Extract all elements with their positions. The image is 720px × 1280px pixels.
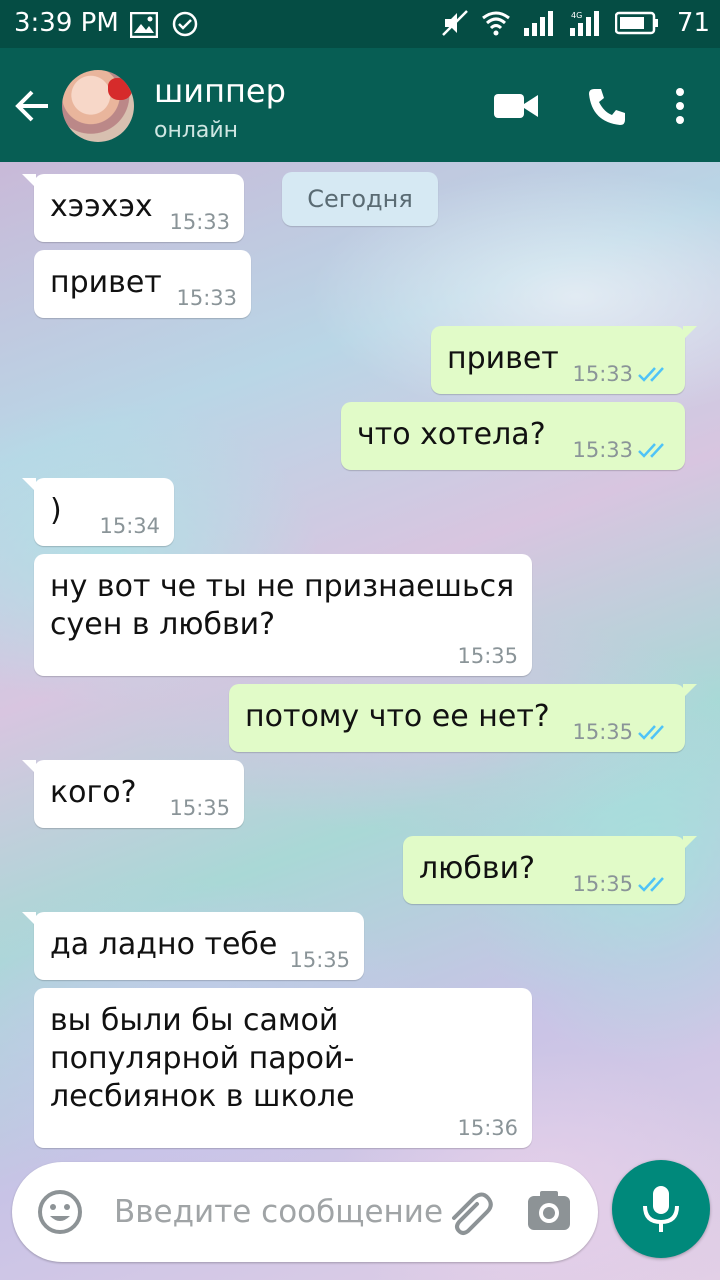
message-bubble[interactable]: привет 15:33	[34, 250, 251, 318]
read-ticks-icon	[638, 443, 664, 458]
microphone-button[interactable]	[612, 1160, 710, 1258]
chat-header: шиппер онлайн	[0, 48, 720, 162]
message-bubble[interactable]: ) 15:34	[22, 478, 174, 546]
wifi-icon	[481, 11, 510, 36]
message-input[interactable]: Введите сообщение	[114, 1194, 443, 1230]
message-bubble[interactable]: хээхэх 15:33	[22, 174, 244, 242]
message-time: 15:33	[572, 438, 633, 462]
message-bubble[interactable]: что хотела? 15:33	[341, 402, 685, 470]
attach-icon[interactable]	[444, 1188, 496, 1236]
emoji-icon[interactable]	[36, 1188, 84, 1236]
message-bubble[interactable]: любви? 15:35	[403, 836, 697, 904]
message-text: да ладно тебе	[50, 927, 278, 962]
image-icon	[129, 11, 159, 39]
message-time: 15:33	[572, 362, 633, 386]
contact-name[interactable]: шиппер	[154, 72, 286, 110]
mute-icon	[442, 10, 468, 36]
message-text: кого?	[50, 775, 137, 810]
chat-area[interactable]: Сегодня хээхэх 15:33 привет 15:33 привет…	[0, 162, 720, 1280]
message-bubble[interactable]: кого? 15:35	[22, 760, 244, 828]
video-call-icon[interactable]	[492, 86, 540, 126]
back-arrow-icon[interactable]	[12, 86, 52, 126]
read-ticks-icon	[638, 725, 664, 740]
read-ticks-icon	[638, 877, 664, 892]
message-time: 15:35	[572, 720, 633, 744]
more-options-icon[interactable]	[672, 86, 688, 126]
date-divider: Сегодня	[282, 172, 438, 226]
battery-icon	[614, 11, 658, 35]
message-bubble[interactable]: ну вот че ты не признаешься суен в любви…	[34, 554, 532, 676]
message-text: привет	[447, 341, 559, 376]
avatar[interactable]	[62, 70, 134, 142]
message-bubble[interactable]: да ладно тебе 15:35	[22, 912, 364, 980]
signal-icon	[523, 11, 553, 36]
svg-text:4G: 4G	[571, 11, 582, 20]
message-bubble[interactable]: привет 15:33	[431, 326, 697, 394]
message-time: 15:35	[572, 872, 633, 896]
message-text: хээхэх	[50, 189, 153, 224]
signal-4g-icon: 4G	[569, 11, 599, 36]
message-text: привет	[50, 265, 162, 300]
message-time: 15:34	[99, 514, 160, 538]
message-time: 15:33	[176, 286, 237, 310]
status-bar: 3:39 PM 4G 71	[0, 0, 720, 48]
read-ticks-icon	[638, 367, 664, 382]
check-circle-icon	[172, 11, 198, 37]
battery-level: 71	[676, 8, 710, 38]
message-text: что хотела?	[357, 417, 546, 452]
camera-icon[interactable]	[526, 1188, 572, 1234]
message-time: 15:36	[457, 1116, 518, 1140]
status-time: 3:39 PM	[14, 8, 119, 38]
message-composer: Введите сообщение	[12, 1162, 598, 1262]
message-text: )	[50, 493, 62, 528]
microphone-icon	[643, 1186, 679, 1232]
message-bubble[interactable]: потому что ее нет? 15:35	[229, 684, 697, 752]
message-time: 15:33	[169, 210, 230, 234]
contact-status: онлайн	[154, 118, 239, 143]
message-time: 15:35	[169, 796, 230, 820]
message-bubble[interactable]: вы были бы самой популярной парой- лесби…	[34, 988, 532, 1148]
message-time: 15:35	[457, 644, 518, 668]
message-text: потому что ее нет?	[245, 699, 550, 734]
message-text: ну вот че ты не признаешься суен в любви…	[50, 569, 515, 642]
message-text: вы были бы самой популярной парой- лесби…	[50, 1003, 355, 1114]
phone-call-icon[interactable]	[586, 86, 628, 128]
message-text: любви?	[419, 851, 536, 886]
message-time: 15:35	[289, 948, 350, 972]
